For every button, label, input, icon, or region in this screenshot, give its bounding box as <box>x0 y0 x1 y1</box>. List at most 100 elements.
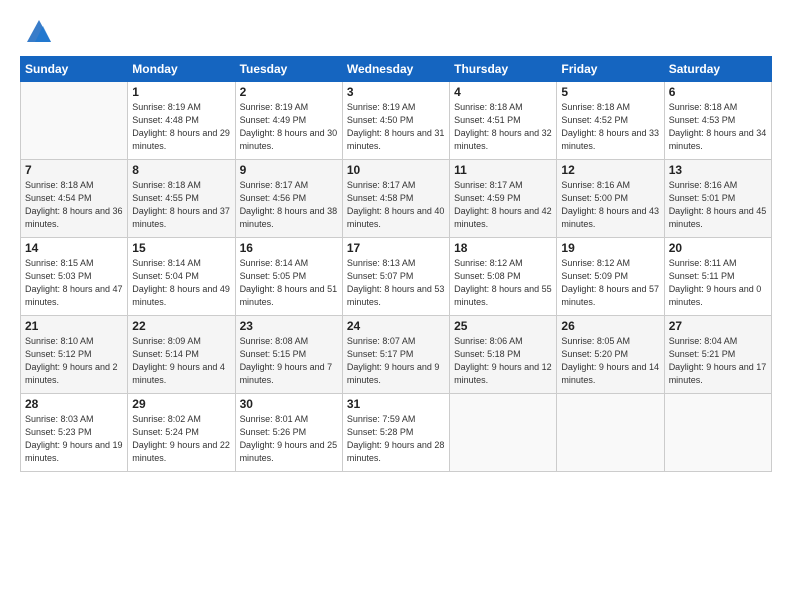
calendar-day-cell: 2 Sunrise: 8:19 AMSunset: 4:49 PMDayligh… <box>235 82 342 160</box>
day-info: Sunrise: 8:12 AMSunset: 5:09 PMDaylight:… <box>561 258 659 307</box>
calendar-day-cell: 26 Sunrise: 8:05 AMSunset: 5:20 PMDaylig… <box>557 316 664 394</box>
day-info: Sunrise: 8:09 AMSunset: 5:14 PMDaylight:… <box>132 336 225 385</box>
calendar-day-cell: 12 Sunrise: 8:16 AMSunset: 5:00 PMDaylig… <box>557 160 664 238</box>
day-number: 3 <box>347 85 445 99</box>
day-info: Sunrise: 8:08 AMSunset: 5:15 PMDaylight:… <box>240 336 333 385</box>
logo-icon <box>25 18 53 46</box>
day-info: Sunrise: 8:12 AMSunset: 5:08 PMDaylight:… <box>454 258 552 307</box>
day-number: 6 <box>669 85 767 99</box>
calendar-day-cell: 31 Sunrise: 7:59 AMSunset: 5:28 PMDaylig… <box>342 394 449 472</box>
calendar-day-cell: 11 Sunrise: 8:17 AMSunset: 4:59 PMDaylig… <box>450 160 557 238</box>
day-number: 29 <box>132 397 230 411</box>
calendar-day-cell: 13 Sunrise: 8:16 AMSunset: 5:01 PMDaylig… <box>664 160 771 238</box>
day-info: Sunrise: 8:18 AMSunset: 4:55 PMDaylight:… <box>132 180 230 229</box>
day-number: 22 <box>132 319 230 333</box>
day-number: 13 <box>669 163 767 177</box>
day-number: 28 <box>25 397 123 411</box>
day-info: Sunrise: 8:06 AMSunset: 5:18 PMDaylight:… <box>454 336 552 385</box>
calendar-day-cell: 14 Sunrise: 8:15 AMSunset: 5:03 PMDaylig… <box>21 238 128 316</box>
day-number: 12 <box>561 163 659 177</box>
day-info: Sunrise: 8:18 AMSunset: 4:53 PMDaylight:… <box>669 102 767 151</box>
day-info: Sunrise: 8:07 AMSunset: 5:17 PMDaylight:… <box>347 336 440 385</box>
calendar-header-cell: Saturday <box>664 57 771 82</box>
day-number: 9 <box>240 163 338 177</box>
calendar-day-cell: 28 Sunrise: 8:03 AMSunset: 5:23 PMDaylig… <box>21 394 128 472</box>
calendar-day-cell: 27 Sunrise: 8:04 AMSunset: 5:21 PMDaylig… <box>664 316 771 394</box>
day-number: 30 <box>240 397 338 411</box>
day-number: 8 <box>132 163 230 177</box>
day-info: Sunrise: 8:17 AMSunset: 4:56 PMDaylight:… <box>240 180 338 229</box>
calendar-day-cell: 1 Sunrise: 8:19 AMSunset: 4:48 PMDayligh… <box>128 82 235 160</box>
calendar-day-cell: 25 Sunrise: 8:06 AMSunset: 5:18 PMDaylig… <box>450 316 557 394</box>
logo <box>20 18 53 46</box>
day-info: Sunrise: 8:01 AMSunset: 5:26 PMDaylight:… <box>240 414 338 463</box>
day-info: Sunrise: 8:02 AMSunset: 5:24 PMDaylight:… <box>132 414 230 463</box>
calendar-day-cell <box>557 394 664 472</box>
day-number: 23 <box>240 319 338 333</box>
calendar-header-cell: Monday <box>128 57 235 82</box>
calendar-header-cell: Sunday <box>21 57 128 82</box>
day-number: 24 <box>347 319 445 333</box>
day-number: 16 <box>240 241 338 255</box>
calendar-day-cell: 18 Sunrise: 8:12 AMSunset: 5:08 PMDaylig… <box>450 238 557 316</box>
day-info: Sunrise: 8:19 AMSunset: 4:50 PMDaylight:… <box>347 102 445 151</box>
calendar-table: SundayMondayTuesdayWednesdayThursdayFrid… <box>20 56 772 472</box>
calendar-day-cell: 20 Sunrise: 8:11 AMSunset: 5:11 PMDaylig… <box>664 238 771 316</box>
calendar-day-cell: 19 Sunrise: 8:12 AMSunset: 5:09 PMDaylig… <box>557 238 664 316</box>
calendar-week-row: 7 Sunrise: 8:18 AMSunset: 4:54 PMDayligh… <box>21 160 772 238</box>
day-info: Sunrise: 8:16 AMSunset: 5:00 PMDaylight:… <box>561 180 659 229</box>
calendar-day-cell: 23 Sunrise: 8:08 AMSunset: 5:15 PMDaylig… <box>235 316 342 394</box>
day-number: 17 <box>347 241 445 255</box>
day-info: Sunrise: 8:05 AMSunset: 5:20 PMDaylight:… <box>561 336 659 385</box>
calendar-day-cell: 4 Sunrise: 8:18 AMSunset: 4:51 PMDayligh… <box>450 82 557 160</box>
calendar-header-cell: Friday <box>557 57 664 82</box>
day-info: Sunrise: 8:18 AMSunset: 4:52 PMDaylight:… <box>561 102 659 151</box>
calendar-day-cell: 9 Sunrise: 8:17 AMSunset: 4:56 PMDayligh… <box>235 160 342 238</box>
day-info: Sunrise: 7:59 AMSunset: 5:28 PMDaylight:… <box>347 414 445 463</box>
calendar-day-cell: 16 Sunrise: 8:14 AMSunset: 5:05 PMDaylig… <box>235 238 342 316</box>
day-info: Sunrise: 8:17 AMSunset: 4:58 PMDaylight:… <box>347 180 445 229</box>
calendar-day-cell: 8 Sunrise: 8:18 AMSunset: 4:55 PMDayligh… <box>128 160 235 238</box>
calendar-day-cell: 7 Sunrise: 8:18 AMSunset: 4:54 PMDayligh… <box>21 160 128 238</box>
day-number: 2 <box>240 85 338 99</box>
calendar-day-cell: 15 Sunrise: 8:14 AMSunset: 5:04 PMDaylig… <box>128 238 235 316</box>
day-number: 19 <box>561 241 659 255</box>
day-info: Sunrise: 8:04 AMSunset: 5:21 PMDaylight:… <box>669 336 767 385</box>
day-info: Sunrise: 8:15 AMSunset: 5:03 PMDaylight:… <box>25 258 123 307</box>
calendar-week-row: 1 Sunrise: 8:19 AMSunset: 4:48 PMDayligh… <box>21 82 772 160</box>
day-info: Sunrise: 8:18 AMSunset: 4:51 PMDaylight:… <box>454 102 552 151</box>
day-number: 11 <box>454 163 552 177</box>
day-number: 15 <box>132 241 230 255</box>
calendar-header-row: SundayMondayTuesdayWednesdayThursdayFrid… <box>21 57 772 82</box>
calendar-week-row: 28 Sunrise: 8:03 AMSunset: 5:23 PMDaylig… <box>21 394 772 472</box>
day-info: Sunrise: 8:11 AMSunset: 5:11 PMDaylight:… <box>669 258 762 307</box>
page: SundayMondayTuesdayWednesdayThursdayFrid… <box>0 0 792 612</box>
day-number: 1 <box>132 85 230 99</box>
calendar-day-cell: 3 Sunrise: 8:19 AMSunset: 4:50 PMDayligh… <box>342 82 449 160</box>
calendar-body: 1 Sunrise: 8:19 AMSunset: 4:48 PMDayligh… <box>21 82 772 472</box>
calendar-header-cell: Wednesday <box>342 57 449 82</box>
day-number: 7 <box>25 163 123 177</box>
calendar-header-cell: Tuesday <box>235 57 342 82</box>
day-number: 21 <box>25 319 123 333</box>
calendar-day-cell <box>21 82 128 160</box>
day-info: Sunrise: 8:19 AMSunset: 4:48 PMDaylight:… <box>132 102 230 151</box>
calendar-day-cell <box>664 394 771 472</box>
day-number: 18 <box>454 241 552 255</box>
day-number: 27 <box>669 319 767 333</box>
calendar-day-cell: 29 Sunrise: 8:02 AMSunset: 5:24 PMDaylig… <box>128 394 235 472</box>
day-info: Sunrise: 8:16 AMSunset: 5:01 PMDaylight:… <box>669 180 767 229</box>
day-number: 31 <box>347 397 445 411</box>
day-info: Sunrise: 8:17 AMSunset: 4:59 PMDaylight:… <box>454 180 552 229</box>
day-number: 10 <box>347 163 445 177</box>
day-number: 14 <box>25 241 123 255</box>
calendar-day-cell: 10 Sunrise: 8:17 AMSunset: 4:58 PMDaylig… <box>342 160 449 238</box>
day-number: 26 <box>561 319 659 333</box>
calendar-day-cell: 21 Sunrise: 8:10 AMSunset: 5:12 PMDaylig… <box>21 316 128 394</box>
day-info: Sunrise: 8:13 AMSunset: 5:07 PMDaylight:… <box>347 258 445 307</box>
day-info: Sunrise: 8:10 AMSunset: 5:12 PMDaylight:… <box>25 336 118 385</box>
day-number: 5 <box>561 85 659 99</box>
day-number: 20 <box>669 241 767 255</box>
day-info: Sunrise: 8:14 AMSunset: 5:04 PMDaylight:… <box>132 258 230 307</box>
calendar-day-cell: 5 Sunrise: 8:18 AMSunset: 4:52 PMDayligh… <box>557 82 664 160</box>
